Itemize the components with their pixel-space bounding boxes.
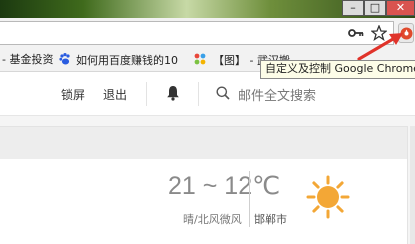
weather-condition: 晴/北风微风 xyxy=(183,213,242,226)
mail-main-content: 21 ~ 12℃ 晴/北风微风 邯郸市 xyxy=(0,116,415,244)
browser-toolbar xyxy=(0,18,415,48)
bookmark-item-baidu[interactable]: 如何用百度赚钱的10 xyxy=(58,52,178,69)
search-icon[interactable] xyxy=(216,86,230,100)
maximize-button[interactable]: □ xyxy=(364,0,386,16)
card-header-band xyxy=(0,127,407,159)
window-title-strip: – □ ✕ xyxy=(0,0,415,18)
minimize-button[interactable]: – xyxy=(342,0,364,16)
pointer-arrow-icon xyxy=(357,33,403,61)
bookmark-item-fund[interactable]: - 基金投资 xyxy=(2,52,53,68)
bookmark-label: - 基金投资 xyxy=(2,53,54,66)
weather-city: 邯郸市 xyxy=(254,213,287,226)
bell-icon[interactable] xyxy=(166,85,180,101)
sun-icon xyxy=(306,175,350,219)
tooltip: 自定义及控制 Google Chrome xyxy=(260,60,415,79)
bookmark-label: 如何用百度赚钱的10 xyxy=(76,54,178,67)
mail-search-input[interactable]: 邮件全文搜索 xyxy=(238,85,316,104)
weather-divider xyxy=(249,171,250,227)
lock-screen-link[interactable]: 锁屏 xyxy=(61,86,85,103)
header-divider xyxy=(146,82,147,106)
baidu-paw-icon xyxy=(59,53,70,65)
logout-link[interactable]: 退出 xyxy=(103,86,127,103)
weather-temperature: 21 ~ 12℃ xyxy=(168,172,281,200)
address-bar[interactable] xyxy=(0,21,394,45)
page-scrollbar[interactable] xyxy=(410,126,415,244)
header-divider xyxy=(198,82,199,106)
close-window-button[interactable]: ✕ xyxy=(386,0,415,16)
weather-card: 21 ~ 12℃ 晴/北风微风 邯郸市 xyxy=(0,126,408,244)
pinwheel-icon xyxy=(194,53,206,65)
